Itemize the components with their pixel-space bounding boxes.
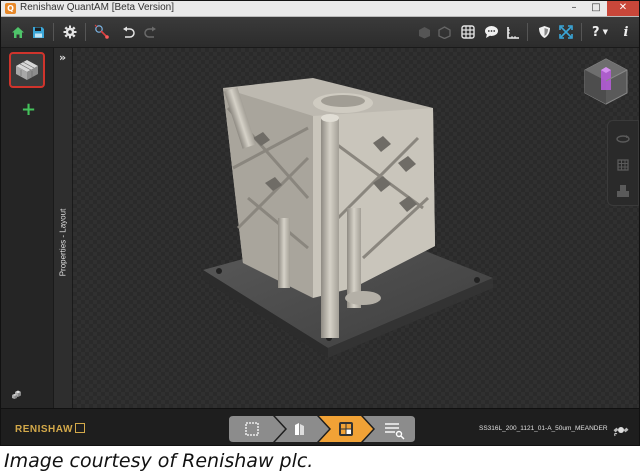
grid-button[interactable] <box>457 21 479 43</box>
save-button[interactable] <box>27 21 49 43</box>
window-controls: – □ ✕ <box>563 1 639 16</box>
object-view-button[interactable] <box>413 21 435 43</box>
cubes-icon <box>617 185 629 197</box>
add-part-button[interactable]: + <box>21 101 36 119</box>
minimize-button[interactable]: – <box>563 1 585 16</box>
help-button[interactable]: ? ▼ <box>587 21 613 43</box>
layers-icon <box>617 159 629 171</box>
expand-chevron-icon: » <box>59 51 67 64</box>
window-title: Renishaw QuantAM [Beta Version] <box>20 2 174 13</box>
home-button[interactable] <box>7 21 29 43</box>
view-options-panel <box>607 120 639 206</box>
workflow-steps <box>229 416 415 445</box>
chevron-down-icon: ▼ <box>602 28 608 36</box>
toolbar-separator <box>53 23 54 41</box>
help-icon: ? <box>592 24 600 40</box>
home-icon <box>12 26 24 38</box>
shield-icon <box>538 26 550 38</box>
brand-logo: RENISHAW <box>15 423 85 435</box>
bottom-bar: RENISHAW SS316L_200_1121_01-A_50um_MEAND… <box>1 408 639 445</box>
info-icon: i <box>623 24 629 40</box>
shield-button[interactable] <box>533 21 555 43</box>
view-cube-icon <box>584 58 628 105</box>
laser-button[interactable] <box>91 21 113 43</box>
part-sidebar: + <box>1 48 54 408</box>
close-button[interactable]: ✕ <box>607 1 639 16</box>
rotate-icon <box>616 135 630 143</box>
machine-status-button[interactable] <box>613 422 629 442</box>
main-toolbar: ? ▼ i <box>1 17 639 48</box>
ruler-button[interactable] <box>502 21 524 43</box>
toolbar-separator <box>85 23 86 41</box>
redo-button[interactable] <box>139 21 161 43</box>
laser-icon <box>94 24 109 39</box>
settings-icon <box>63 25 77 39</box>
brand-mark-icon <box>74 423 85 433</box>
slicing-step-icon <box>339 422 353 436</box>
build-file-name: SS316L_200_1121_01-A_50um_MEANDER <box>479 425 608 432</box>
layout-step[interactable] <box>229 416 285 442</box>
grid-icon <box>461 25 475 39</box>
info-button[interactable]: i <box>615 21 637 43</box>
object-icon <box>418 26 430 38</box>
view-cube[interactable] <box>581 56 631 110</box>
settings-button[interactable] <box>59 21 81 43</box>
workflow-chevrons <box>229 416 415 442</box>
save-icon <box>32 26 44 38</box>
fit-view-button[interactable] <box>555 21 577 43</box>
part-thumbnail-icon <box>16 60 38 80</box>
title-bar: Q Renishaw QuantAM [Beta Version] – □ ✕ <box>1 1 639 17</box>
image-caption: Image courtesy of Renishaw plc. <box>4 450 314 472</box>
object-outline-icon <box>437 25 451 39</box>
build-preview-icon <box>203 78 493 358</box>
comment-button[interactable] <box>480 21 502 43</box>
object-list-button[interactable] <box>11 386 25 405</box>
ruler-icon <box>506 26 519 39</box>
cubes-icon <box>12 390 21 399</box>
redo-icon <box>143 26 156 38</box>
app-icon: Q <box>5 3 16 14</box>
properties-panel-toggle[interactable]: » Properties - Layout <box>54 48 73 408</box>
comment-icon <box>484 26 498 38</box>
app-window: Q Renishaw QuantAM [Beta Version] – □ ✕ <box>0 0 640 446</box>
object-outline-button[interactable] <box>433 21 455 43</box>
maximize-button[interactable]: □ <box>585 1 607 16</box>
satellite-icon <box>613 427 629 437</box>
3d-viewport[interactable] <box>73 48 639 408</box>
parts-view-button[interactable] <box>616 183 630 197</box>
undo-icon <box>122 26 135 38</box>
properties-layout-label: Properties - Layout <box>58 208 68 277</box>
toolbar-separator <box>581 23 582 41</box>
rotate-view-button[interactable] <box>616 131 630 145</box>
undo-button[interactable] <box>117 21 139 43</box>
fit-view-icon <box>559 25 573 39</box>
toolbar-separator <box>527 23 528 41</box>
brand-name: RENISHAW <box>15 424 73 435</box>
part-thumbnail[interactable] <box>9 52 45 88</box>
layer-view-button[interactable] <box>616 157 630 171</box>
